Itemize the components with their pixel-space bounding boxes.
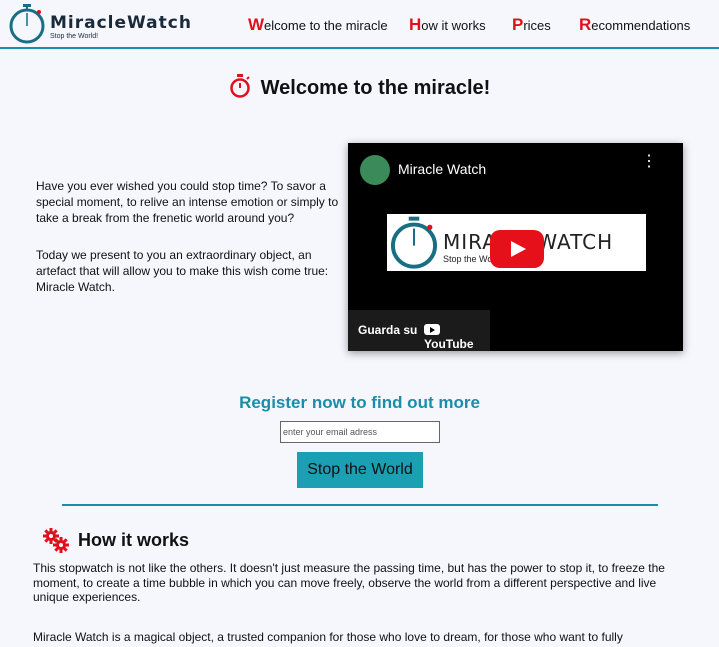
video-title[interactable]: Miracle Watch bbox=[398, 161, 486, 177]
main-nav: Welcome to the miracle How it works Pric… bbox=[0, 15, 719, 35]
channel-avatar[interactable] bbox=[360, 155, 390, 185]
section-divider bbox=[62, 504, 658, 506]
how-paragraph-1: This stopwatch is not like the others. I… bbox=[33, 561, 665, 604]
nav-recommendations[interactable]: Recommendations bbox=[579, 15, 690, 35]
intro-paragraph-1: Have you ever wished you could stop time… bbox=[36, 179, 339, 225]
youtube-wordmark: YouTube bbox=[424, 337, 474, 351]
page-title: Welcome to the miracle! bbox=[0, 74, 719, 100]
watch-on-label: Guarda su bbox=[358, 323, 418, 337]
site-header: MiracleWatch Stop the World! Welcome to … bbox=[0, 0, 719, 49]
more-vert-icon[interactable]: ⋮ bbox=[641, 154, 657, 170]
watch-on-youtube[interactable]: Guarda su YouTube bbox=[348, 310, 490, 351]
nav-cap: R bbox=[579, 15, 592, 34]
page-title-text: Welcome to the miracle! bbox=[260, 77, 491, 99]
email-field[interactable] bbox=[280, 421, 440, 443]
nav-cap: W bbox=[248, 15, 265, 34]
intro-text-2: Today we present to you an extraordinary… bbox=[36, 247, 341, 295]
stop-the-world-button[interactable]: Stop the World bbox=[297, 452, 423, 488]
video-embed[interactable]: Miracle Watch ⋮ MIRACLEWATCH Stop the Wo… bbox=[348, 143, 683, 351]
nav-label: ecommendations bbox=[591, 18, 691, 33]
nav-label: elcome to the miracle bbox=[264, 18, 388, 33]
youtube-logo: YouTube bbox=[424, 323, 490, 351]
nav-cap: H bbox=[409, 15, 422, 34]
intro-text: Have you ever wished you could stop time… bbox=[36, 178, 341, 226]
stopwatch-icon bbox=[229, 74, 250, 98]
stopwatch-logo-icon bbox=[390, 216, 438, 269]
how-it-works-heading: How it works bbox=[42, 527, 189, 553]
register-heading: Register now to find out more bbox=[239, 393, 480, 412]
nav-label: rices bbox=[523, 18, 551, 33]
youtube-icon bbox=[424, 324, 440, 335]
nav-welcome[interactable]: Welcome to the miracle bbox=[248, 15, 388, 35]
nav-cap: P bbox=[512, 15, 524, 34]
nav-label: ow it works bbox=[421, 18, 486, 33]
nav-prices[interactable]: Prices bbox=[512, 15, 551, 35]
intro-paragraph-2: Today we present to you an extraordinary… bbox=[36, 248, 329, 294]
gears-icon bbox=[43, 528, 69, 553]
how-paragraph-2: Miracle Watch is a magical object, a tru… bbox=[33, 630, 623, 644]
how-it-works-title: How it works bbox=[78, 530, 190, 550]
youtube-play-icon[interactable] bbox=[490, 230, 544, 268]
nav-how-it-works[interactable]: How it works bbox=[409, 15, 486, 35]
